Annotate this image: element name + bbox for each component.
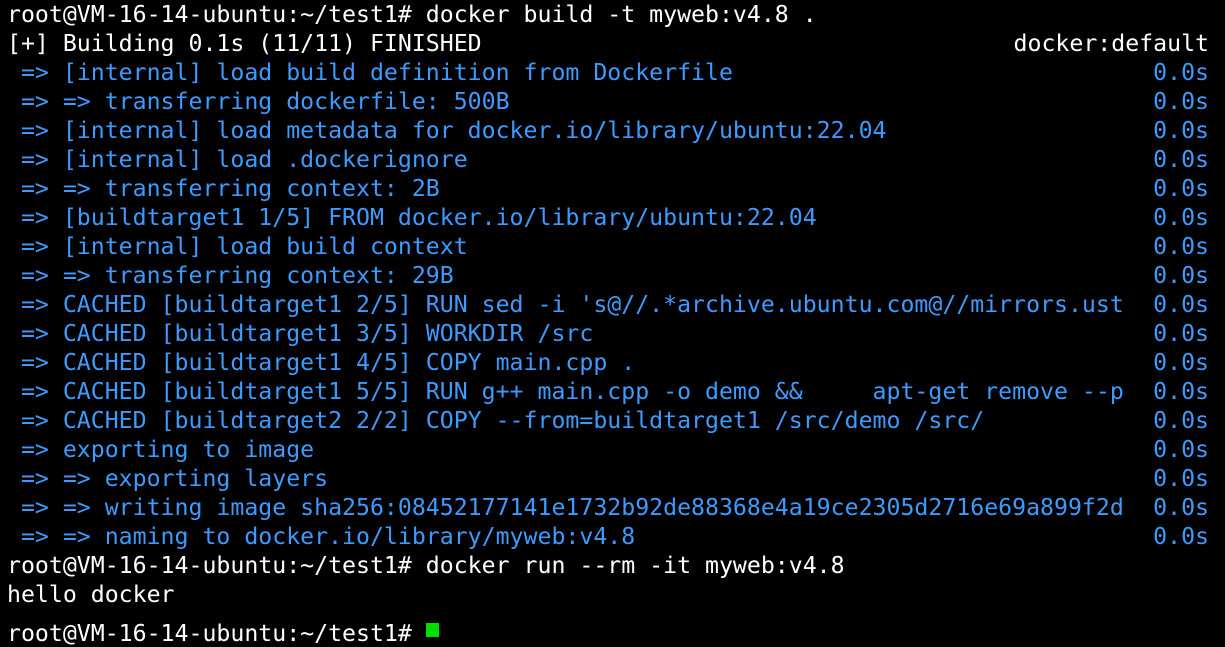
terminal-line-text: => [internal] load .dockerignore: [7, 146, 468, 173]
terminal-line-duration: 0.0s: [1153, 88, 1209, 115]
terminal-line: => => naming to docker.io/library/myweb:…: [0, 522, 1225, 551]
terminal-line: root@VM-16-14-ubuntu:~/test1# docker run…: [0, 551, 1225, 580]
terminal-window[interactable]: root@VM-16-14-ubuntu:~/test1# docker bui…: [0, 0, 1225, 647]
terminal-line: [+] Building 0.1s (11/11) FINISHED docker…: [0, 29, 1225, 58]
terminal-line-text: => => transferring context: 29B: [7, 262, 454, 289]
terminal-line: => CACHED [buildtarget1 2/5] RUN sed -i …: [0, 290, 1225, 319]
terminal-line: => CACHED [buildtarget1 4/5] COPY main.c…: [0, 348, 1225, 377]
terminal-line-duration: 0.0s: [1153, 59, 1209, 86]
terminal-line-text: => [buildtarget1 1/5] FROM docker.io/lib…: [7, 204, 817, 231]
terminal-line-text: => => writing image sha256:08452177141e1…: [7, 494, 1124, 521]
terminal-line-duration: 0.0s: [1153, 349, 1209, 376]
terminal-line-text: => exporting to image: [7, 436, 315, 463]
terminal-line-text: => [internal] load metadata for docker.i…: [7, 117, 887, 144]
terminal-line-duration: 0.0s: [1153, 204, 1209, 231]
terminal-line-duration: 0.0s: [1153, 378, 1209, 405]
terminal-line-text: => => naming to docker.io/library/myweb:…: [7, 523, 636, 550]
terminal-line-text: [+] Building 0.1s (11/11) FINISHED: [7, 30, 482, 57]
terminal-line: => CACHED [buildtarget2 2/2] COPY --from…: [0, 406, 1225, 435]
terminal-line-text: => => transferring dockerfile: 500B: [7, 88, 510, 115]
terminal-line-text: => CACHED [buildtarget2 2/2] COPY --from…: [7, 407, 985, 434]
terminal-line: => [internal] load build context 0.0s: [0, 232, 1225, 261]
terminal-line: => => transferring dockerfile: 500B 0.0s: [0, 87, 1225, 116]
terminal-line: root@VM-16-14-ubuntu:~/test1# docker bui…: [0, 0, 1225, 29]
terminal-line: hello docker: [0, 580, 1225, 609]
terminal-line-text: => CACHED [buildtarget1 2/5] RUN sed -i …: [7, 291, 1124, 318]
terminal-line-duration: 0.0s: [1153, 494, 1209, 521]
terminal-line-duration: docker:default: [1013, 30, 1209, 57]
terminal-line-text: => [internal] load build definition from…: [7, 59, 733, 86]
terminal-line-duration: 0.0s: [1153, 175, 1209, 202]
terminal-line: => [buildtarget1 1/5] FROM docker.io/lib…: [0, 203, 1225, 232]
terminal-line-duration: 0.0s: [1153, 465, 1209, 492]
terminal-line-duration: 0.0s: [1153, 436, 1209, 463]
terminal-line-text: => => transferring context: 2B: [7, 175, 440, 202]
terminal-line-duration: 0.0s: [1153, 320, 1209, 347]
terminal-line: => => exporting layers 0.0s: [0, 464, 1225, 493]
terminal-prompt: root@VM-16-14-ubuntu:~/test1#: [7, 620, 426, 647]
terminal-line-duration: 0.0s: [1153, 117, 1209, 144]
terminal-line-duration: 0.0s: [1153, 233, 1209, 260]
terminal-output: root@VM-16-14-ubuntu:~/test1# docker bui…: [0, 0, 1225, 609]
terminal-line-duration: 0.0s: [1153, 146, 1209, 173]
terminal-prompt-line[interactable]: root@VM-16-14-ubuntu:~/test1#: [0, 609, 1225, 647]
terminal-line-text: root@VM-16-14-ubuntu:~/test1# docker run…: [7, 552, 845, 579]
terminal-cursor: [425, 623, 439, 637]
terminal-line-duration: 0.0s: [1153, 291, 1209, 318]
terminal-line: => => transferring context: 29B 0.0s: [0, 261, 1225, 290]
terminal-line-text: => => exporting layers: [7, 465, 329, 492]
terminal-line-text: => CACHED [buildtarget1 4/5] COPY main.c…: [7, 349, 636, 376]
terminal-line-duration: 0.0s: [1153, 262, 1209, 289]
terminal-line-text: hello docker: [7, 581, 175, 608]
terminal-line: => [internal] load metadata for docker.i…: [0, 116, 1225, 145]
terminal-line-text: => CACHED [buildtarget1 5/5] RUN g++ mai…: [7, 378, 1124, 405]
terminal-line: => => transferring context: 2B 0.0s: [0, 174, 1225, 203]
terminal-line: => => writing image sha256:08452177141e1…: [0, 493, 1225, 522]
terminal-line-text: => CACHED [buildtarget1 3/5] WORKDIR /sr…: [7, 320, 594, 347]
terminal-line-duration: 0.0s: [1153, 523, 1209, 550]
terminal-line: => [internal] load build definition from…: [0, 58, 1225, 87]
terminal-line: => [internal] load .dockerignore 0.0s: [0, 145, 1225, 174]
terminal-line-duration: 0.0s: [1153, 407, 1209, 434]
terminal-line-text: root@VM-16-14-ubuntu:~/test1# docker bui…: [7, 1, 817, 28]
terminal-line: => exporting to image 0.0s: [0, 435, 1225, 464]
terminal-line: => CACHED [buildtarget1 5/5] RUN g++ mai…: [0, 377, 1225, 406]
terminal-line-text: => [internal] load build context: [7, 233, 468, 260]
terminal-line: => CACHED [buildtarget1 3/5] WORKDIR /sr…: [0, 319, 1225, 348]
